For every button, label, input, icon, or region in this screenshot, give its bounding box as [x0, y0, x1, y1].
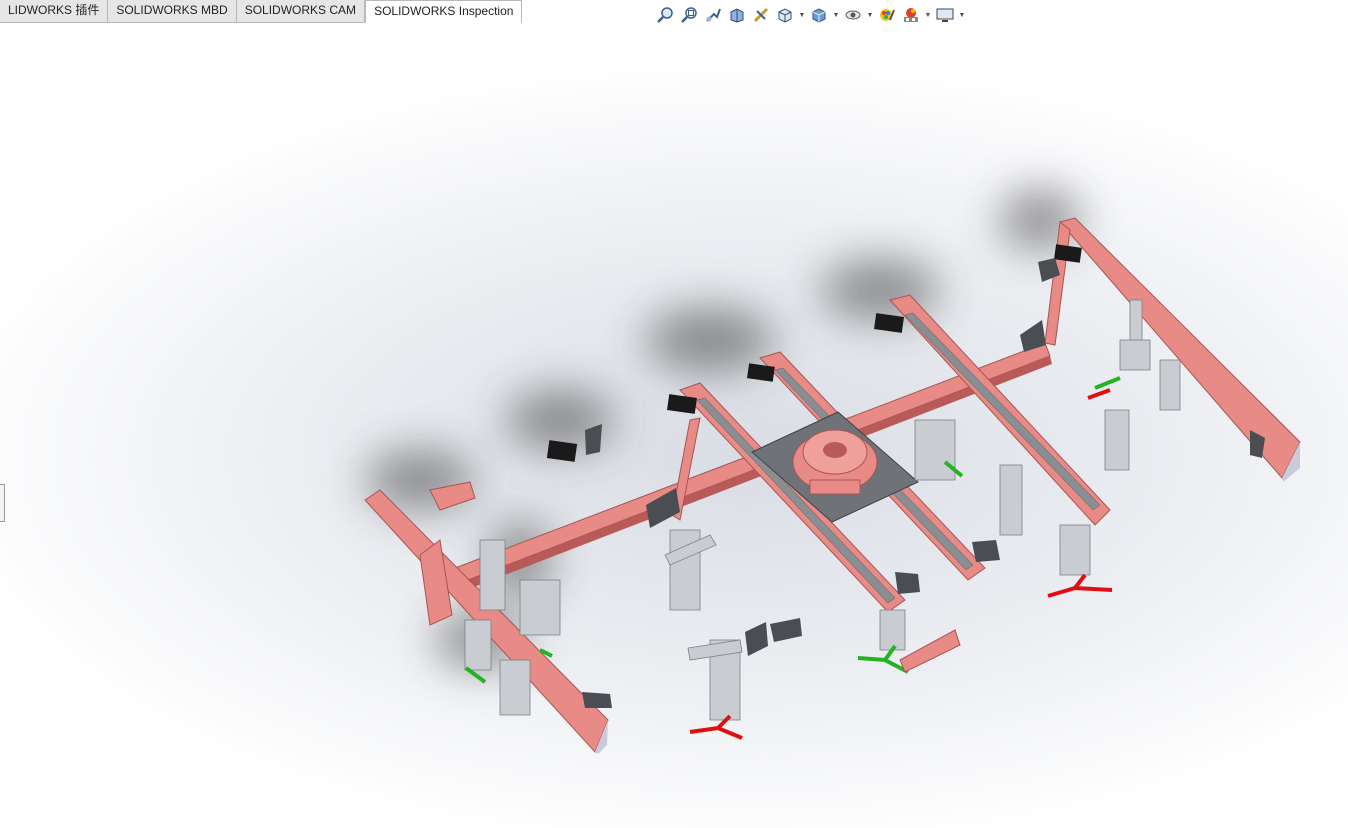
turntable-plate — [751, 411, 919, 523]
graphics-area[interactable] — [0, 0, 1348, 828]
